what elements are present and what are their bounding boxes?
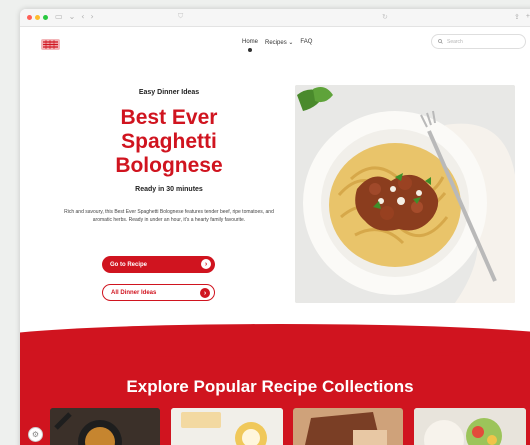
chevron-down-icon[interactable]: ⌄ — [69, 12, 76, 21]
search-icon — [438, 39, 443, 44]
all-dinner-ideas-label: All Dinner Ideas — [111, 289, 157, 296]
hero-title: Best Ever Spaghetti Bolognese — [44, 106, 294, 178]
hero-title-line: Best Ever — [120, 106, 218, 129]
traffic-lights — [27, 15, 48, 20]
refresh-icon[interactable]: ↻ — [382, 13, 388, 21]
go-to-recipe-button[interactable]: Go to Recipe › — [102, 256, 215, 273]
nav-link-faq[interactable]: FAQ — [300, 39, 312, 46]
hero-title-line: Bolognese — [115, 154, 223, 178]
close-window-button[interactable] — [27, 15, 32, 20]
dessert-photo — [171, 408, 283, 445]
all-dinner-ideas-button[interactable]: All Dinner Ideas › — [102, 284, 215, 301]
collection-card-salad[interactable] — [414, 408, 526, 445]
shield-icon[interactable]: ⛉ — [178, 13, 183, 21]
new-tab-icon[interactable]: + — [526, 13, 530, 21]
hero-eyebrow: Easy Dinner Ideas — [138, 89, 200, 96]
browser-toolbar: ▭ ⌄ ‹ › ⛉ ↻ ⇪ + — [20, 9, 530, 27]
go-to-recipe-label: Go to Recipe — [110, 261, 148, 268]
cake-slice-photo — [293, 408, 403, 445]
skillet-photo — [50, 408, 160, 445]
collection-card-skillet[interactable] — [50, 408, 160, 445]
salad-photo — [414, 408, 526, 445]
hero-description: Rich and savoury, this Best Ever Spaghet… — [64, 209, 274, 224]
collections-title: Explore Popular Recipe Collections — [126, 377, 414, 396]
ready-time: Ready in 30 minutes — [135, 186, 203, 194]
minimize-window-button[interactable] — [35, 15, 40, 20]
section-curve — [20, 324, 530, 358]
share-icon[interactable]: ⇪ — [514, 13, 520, 21]
spaghetti-bolognese-photo — [295, 85, 515, 303]
search-placeholder: Search — [447, 38, 463, 45]
site-header: Home Recipes ⌄ FAQ Search — [20, 27, 530, 59]
sidebar-icon[interactable]: ▭ — [55, 12, 63, 21]
collection-card-dessert[interactable] — [171, 408, 283, 445]
browser-window: ▭ ⌄ ‹ › ⛉ ↻ ⇪ + Home Recipes ⌄ FAQ Searc… — [20, 9, 530, 445]
settings-gear-icon[interactable]: ⚙ — [28, 427, 43, 442]
hero-title-line: Spaghetti — [121, 130, 217, 154]
main-nav: Home Recipes ⌄ FAQ — [242, 39, 312, 52]
back-icon[interactable]: ‹ — [81, 12, 84, 21]
collection-card-cake[interactable] — [293, 408, 403, 445]
search-input[interactable]: Search — [431, 34, 526, 49]
nav-link-home[interactable]: Home — [242, 39, 258, 52]
site-logo[interactable] — [41, 39, 60, 50]
hero-content: Easy Dinner Ideas Best Ever Spaghetti Bo… — [44, 89, 294, 225]
forward-icon[interactable]: › — [90, 12, 93, 21]
arrow-right-icon: › — [200, 288, 210, 298]
maximize-window-button[interactable] — [43, 15, 48, 20]
nav-link-recipes[interactable]: Recipes ⌄ — [265, 39, 293, 46]
arrow-right-icon: › — [201, 259, 211, 269]
